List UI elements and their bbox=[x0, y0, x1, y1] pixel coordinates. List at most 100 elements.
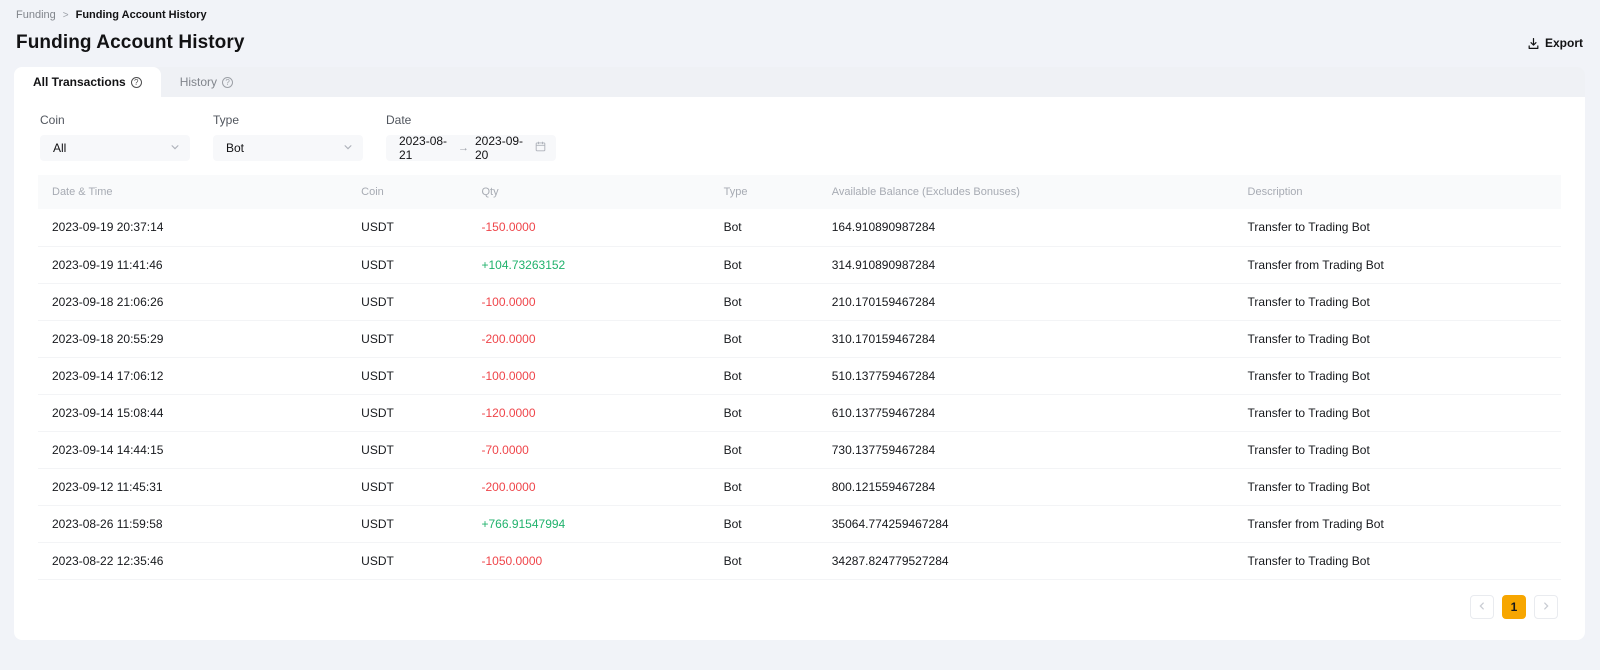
filter-date: Date 2023-08-21 → 2023-09-20 bbox=[386, 113, 556, 161]
cell-datetime: 2023-09-12 11:45:31 bbox=[38, 468, 347, 505]
cell-balance: 34287.824779527284 bbox=[818, 542, 1234, 579]
cell-coin: USDT bbox=[347, 246, 467, 283]
card-body: Coin All Type Bot bbox=[14, 97, 1585, 640]
table-row: 2023-09-18 20:55:29 USDT -200.0000 Bot 3… bbox=[38, 320, 1561, 357]
cell-datetime: 2023-09-14 17:06:12 bbox=[38, 357, 347, 394]
date-end-value: 2023-09-20 bbox=[475, 134, 528, 162]
cell-datetime: 2023-09-18 21:06:26 bbox=[38, 283, 347, 320]
cell-coin: USDT bbox=[347, 209, 467, 246]
cell-coin: USDT bbox=[347, 505, 467, 542]
cell-description: Transfer to Trading Bot bbox=[1234, 320, 1561, 357]
cell-description: Transfer to Trading Bot bbox=[1234, 357, 1561, 394]
info-icon: ? bbox=[222, 77, 233, 88]
table-row: 2023-08-22 12:35:46 USDT -1050.0000 Bot … bbox=[38, 542, 1561, 579]
chevron-left-icon bbox=[1477, 598, 1487, 616]
cell-type: Bot bbox=[710, 394, 818, 431]
filter-type: Type Bot bbox=[213, 113, 363, 161]
cell-datetime: 2023-08-26 11:59:58 bbox=[38, 505, 347, 542]
cell-type: Bot bbox=[710, 283, 818, 320]
column-header-description: Description bbox=[1234, 175, 1561, 209]
cell-type: Bot bbox=[710, 505, 818, 542]
cell-balance: 210.170159467284 bbox=[818, 283, 1234, 320]
cell-description: Transfer to Trading Bot bbox=[1234, 542, 1561, 579]
export-download-icon bbox=[1527, 37, 1540, 50]
cell-datetime: 2023-09-18 20:55:29 bbox=[38, 320, 347, 357]
tab-strip: All Transactions ? History ? bbox=[14, 67, 1585, 97]
pagination-prev-button[interactable] bbox=[1470, 595, 1494, 619]
column-header-datetime: Date & Time bbox=[38, 175, 347, 209]
cell-type: Bot bbox=[710, 468, 818, 505]
coin-select[interactable]: All bbox=[40, 135, 190, 161]
cell-type: Bot bbox=[710, 357, 818, 394]
tab-label: History bbox=[180, 75, 217, 89]
table-row: 2023-09-19 20:37:14 USDT -150.0000 Bot 1… bbox=[38, 209, 1561, 246]
cell-qty: -1050.0000 bbox=[467, 542, 709, 579]
chevron-down-icon bbox=[170, 141, 180, 155]
pagination-page-1-button[interactable]: 1 bbox=[1502, 595, 1526, 619]
table-body: 2023-09-19 20:37:14 USDT -150.0000 Bot 1… bbox=[38, 209, 1561, 579]
table-row: 2023-08-26 11:59:58 USDT +766.91547994 B… bbox=[38, 505, 1561, 542]
title-row: Funding Account History Export bbox=[0, 21, 1600, 67]
pagination-next-button[interactable] bbox=[1534, 595, 1558, 619]
breadcrumb-link-funding[interactable]: Funding bbox=[16, 9, 56, 21]
cell-description: Transfer to Trading Bot bbox=[1234, 209, 1561, 246]
date-start-value: 2023-08-21 bbox=[399, 134, 452, 162]
cell-qty: +104.73263152 bbox=[467, 246, 709, 283]
cell-balance: 800.121559467284 bbox=[818, 468, 1234, 505]
cell-coin: USDT bbox=[347, 431, 467, 468]
export-label: Export bbox=[1545, 36, 1583, 50]
cell-balance: 164.910890987284 bbox=[818, 209, 1234, 246]
content-card: All Transactions ? History ? Coin All bbox=[14, 67, 1585, 640]
cell-type: Bot bbox=[710, 542, 818, 579]
breadcrumb: Funding > Funding Account History bbox=[0, 0, 1600, 21]
page: Funding > Funding Account History Fundin… bbox=[0, 0, 1600, 670]
cell-coin: USDT bbox=[347, 394, 467, 431]
table-row: 2023-09-12 11:45:31 USDT -200.0000 Bot 8… bbox=[38, 468, 1561, 505]
table-row: 2023-09-14 17:06:12 USDT -100.0000 Bot 5… bbox=[38, 357, 1561, 394]
table-row: 2023-09-14 14:44:15 USDT -70.0000 Bot 73… bbox=[38, 431, 1561, 468]
cell-datetime: 2023-09-19 11:41:46 bbox=[38, 246, 347, 283]
info-icon: ? bbox=[131, 77, 142, 88]
cell-balance: 314.910890987284 bbox=[818, 246, 1234, 283]
cell-qty: -120.0000 bbox=[467, 394, 709, 431]
breadcrumb-current: Funding Account History bbox=[76, 9, 207, 21]
filter-date-label: Date bbox=[386, 113, 556, 127]
cell-balance: 310.170159467284 bbox=[818, 320, 1234, 357]
cell-description: Transfer to Trading Bot bbox=[1234, 394, 1561, 431]
chevron-down-icon bbox=[343, 141, 353, 155]
transactions-table: Date & Time Coin Qty Type Available Bala… bbox=[38, 175, 1561, 580]
cell-description: Transfer to Trading Bot bbox=[1234, 468, 1561, 505]
cell-coin: USDT bbox=[347, 542, 467, 579]
cell-balance: 610.137759467284 bbox=[818, 394, 1234, 431]
cell-qty: -200.0000 bbox=[467, 320, 709, 357]
coin-select-value: All bbox=[53, 141, 66, 155]
chevron-right-icon bbox=[1541, 598, 1551, 616]
cell-balance: 730.137759467284 bbox=[818, 431, 1234, 468]
table-row: 2023-09-19 11:41:46 USDT +104.73263152 B… bbox=[38, 246, 1561, 283]
cell-qty: -100.0000 bbox=[467, 283, 709, 320]
date-range-arrow-icon: → bbox=[458, 142, 469, 154]
tab-all-transactions[interactable]: All Transactions ? bbox=[14, 67, 161, 97]
page-title: Funding Account History bbox=[16, 32, 245, 54]
date-range-picker[interactable]: 2023-08-21 → 2023-09-20 bbox=[386, 135, 556, 161]
cell-description: Transfer from Trading Bot bbox=[1234, 246, 1561, 283]
table-header-row: Date & Time Coin Qty Type Available Bala… bbox=[38, 175, 1561, 209]
cell-qty: -70.0000 bbox=[467, 431, 709, 468]
cell-type: Bot bbox=[710, 246, 818, 283]
filter-coin: Coin All bbox=[40, 113, 190, 161]
cell-datetime: 2023-08-22 12:35:46 bbox=[38, 542, 347, 579]
column-header-qty: Qty bbox=[467, 175, 709, 209]
cell-coin: USDT bbox=[347, 320, 467, 357]
filter-type-label: Type bbox=[213, 113, 363, 127]
cell-coin: USDT bbox=[347, 468, 467, 505]
cell-coin: USDT bbox=[347, 357, 467, 394]
column-header-balance: Available Balance (Excludes Bonuses) bbox=[818, 175, 1234, 209]
export-button[interactable]: Export bbox=[1527, 36, 1583, 50]
cell-type: Bot bbox=[710, 431, 818, 468]
tab-label: All Transactions bbox=[33, 75, 126, 89]
cell-qty: +766.91547994 bbox=[467, 505, 709, 542]
tab-history[interactable]: History ? bbox=[161, 67, 252, 97]
cell-datetime: 2023-09-19 20:37:14 bbox=[38, 209, 347, 246]
table-row: 2023-09-14 15:08:44 USDT -120.0000 Bot 6… bbox=[38, 394, 1561, 431]
type-select[interactable]: Bot bbox=[213, 135, 363, 161]
